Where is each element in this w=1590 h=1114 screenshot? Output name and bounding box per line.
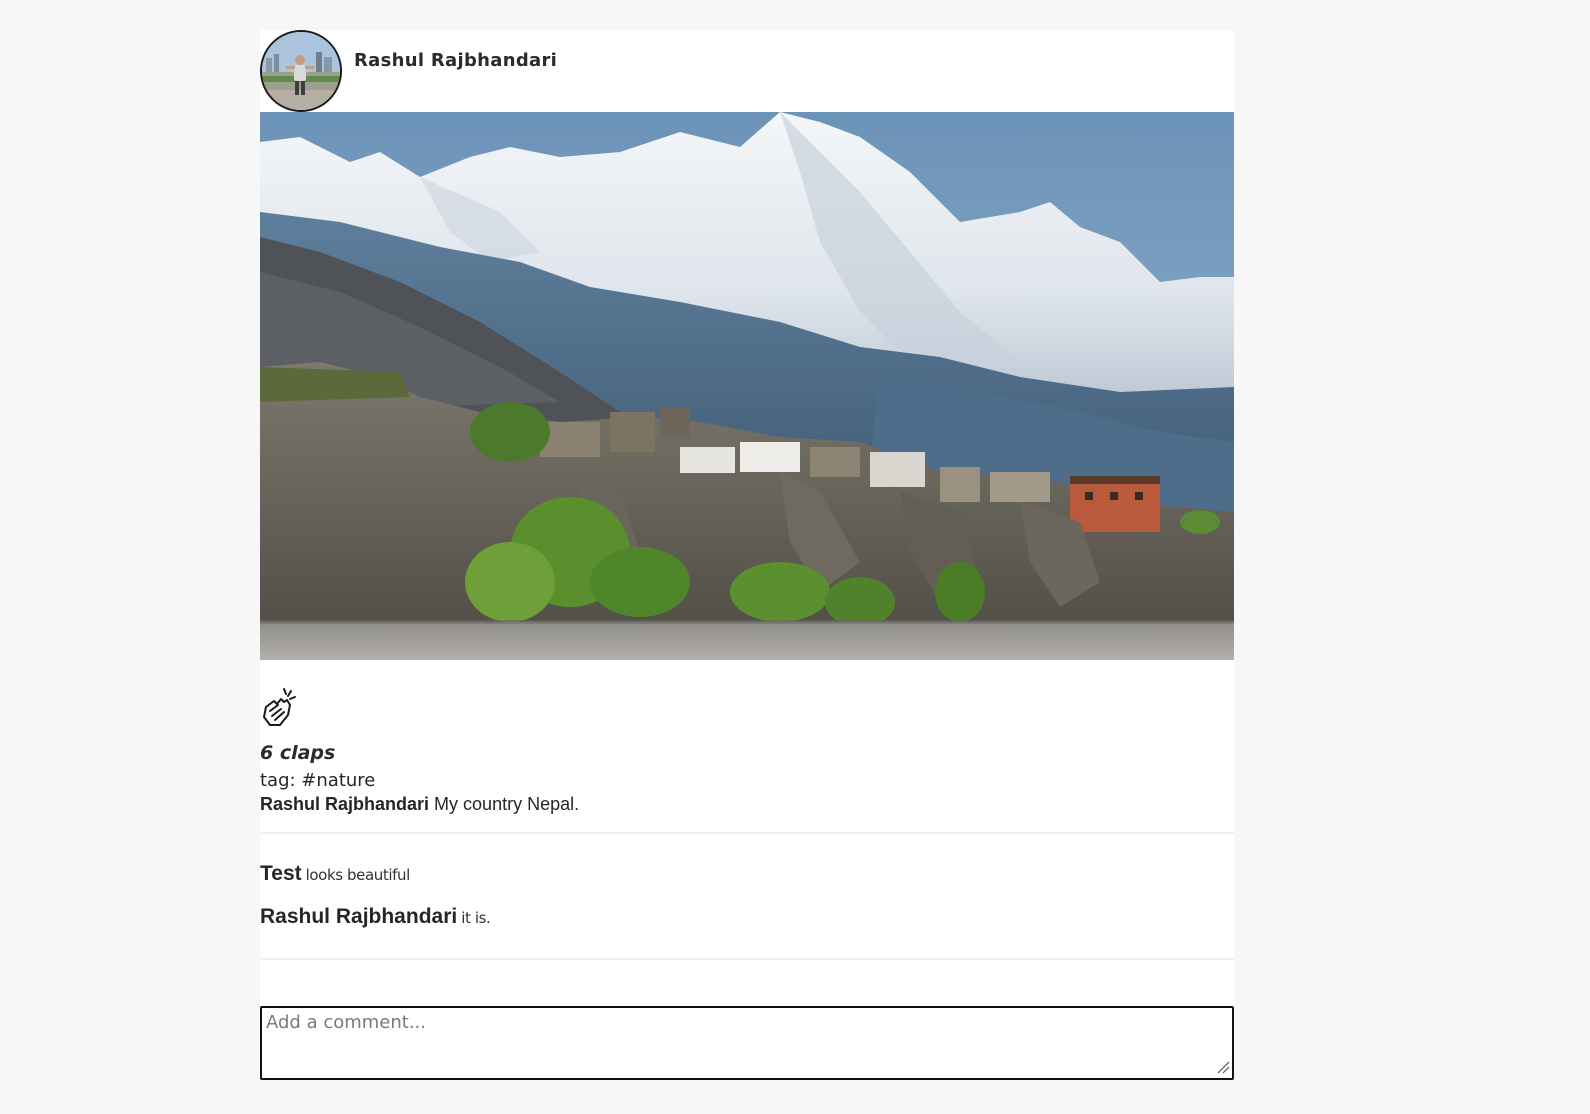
post-header: Rashul Rajbhandari (260, 30, 1234, 112)
comment-item: Test looks beautiful (260, 862, 410, 886)
comment-author[interactable]: Rashul Rajbhandari (260, 905, 457, 928)
author-avatar[interactable] (260, 30, 342, 112)
clap-icon[interactable] (260, 685, 300, 729)
caption-author[interactable]: Rashul Rajbhandari (260, 794, 429, 814)
comment-item: Rashul Rajbhandari it is. (260, 905, 491, 929)
divider (260, 958, 1234, 960)
add-comment-input[interactable] (260, 1006, 1234, 1080)
comment-text: looks beautiful (305, 866, 411, 884)
comment-text: it is. (461, 909, 491, 927)
caption-text: My country Nepal. (434, 794, 580, 814)
post-card: Rashul Rajbhandari 6 claps tag: #nature … (260, 30, 1234, 1080)
divider (260, 832, 1234, 834)
comment-author[interactable]: Test (260, 862, 302, 885)
avatar-photo (262, 32, 340, 110)
claps-count: 6 claps (260, 742, 336, 764)
post-author-name[interactable]: Rashul Rajbhandari (354, 50, 557, 71)
mountain-village-photo (260, 112, 1234, 660)
post-tag[interactable]: tag: #nature (260, 770, 375, 791)
post-caption: Rashul Rajbhandari My country Nepal. (260, 794, 579, 815)
post-image[interactable] (260, 112, 1234, 660)
